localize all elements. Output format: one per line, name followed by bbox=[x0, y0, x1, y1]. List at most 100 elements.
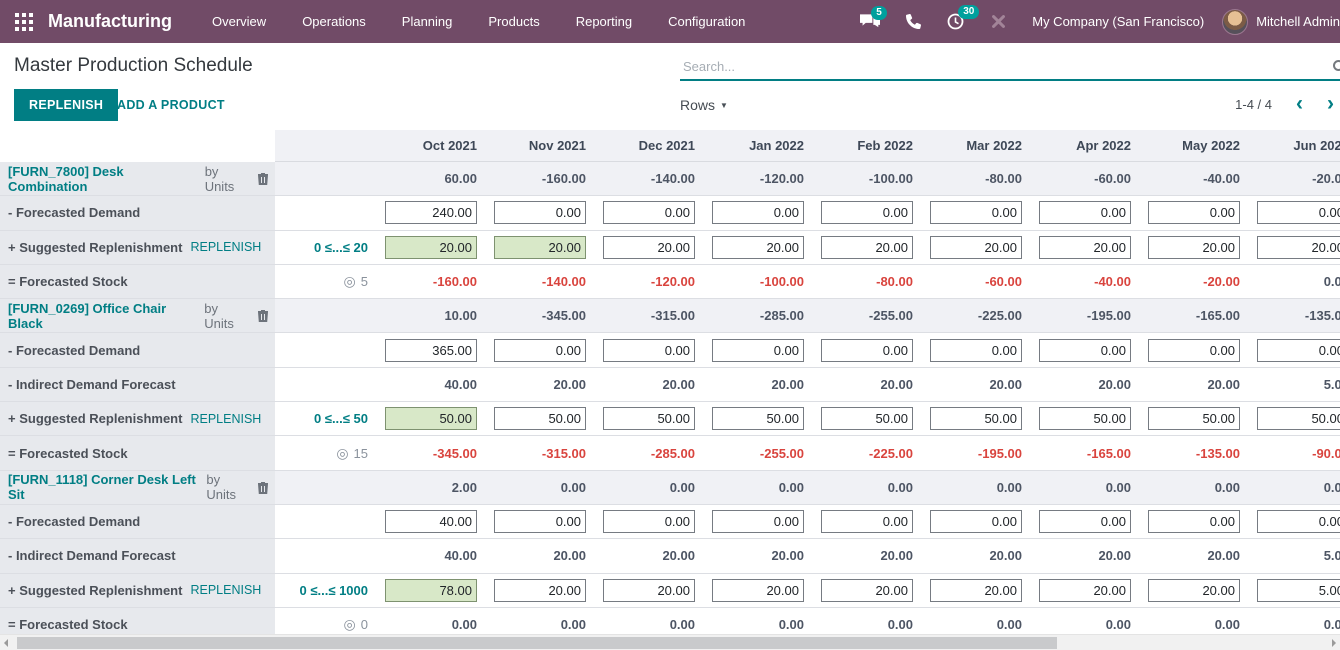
row-replenish-link[interactable]: REPLENISH bbox=[190, 583, 261, 597]
demand-input[interactable] bbox=[930, 510, 1022, 533]
replenishment-input[interactable] bbox=[1148, 236, 1240, 259]
indicator-cell bbox=[275, 368, 380, 401]
demand-input[interactable] bbox=[385, 201, 477, 224]
product-link[interactable]: [FURN_0269] Office Chair Black bbox=[8, 301, 199, 331]
demand-input[interactable] bbox=[712, 339, 804, 362]
pager-next-icon[interactable]: › bbox=[1327, 95, 1334, 113]
row-replenish-link[interactable]: REPLENISH bbox=[190, 412, 261, 426]
indirect-demand-value: 20.00 bbox=[707, 539, 816, 572]
replenishment-input[interactable] bbox=[712, 407, 804, 430]
menu-item-operations[interactable]: Operations bbox=[302, 14, 366, 29]
demand-input[interactable] bbox=[1257, 510, 1340, 533]
replenishment-range-link[interactable]: 0 ≤...≤ 1000 bbox=[300, 583, 368, 598]
replenish-button[interactable]: REPLENISH bbox=[14, 89, 118, 121]
demand-input[interactable] bbox=[1039, 201, 1131, 224]
scroll-left-arrow-icon[interactable] bbox=[4, 639, 8, 647]
app-name[interactable]: Manufacturing bbox=[48, 11, 172, 32]
stock-target-value: 15 bbox=[354, 446, 368, 461]
replenishment-input[interactable] bbox=[712, 236, 804, 259]
messages-icon[interactable]: 5 bbox=[860, 14, 880, 29]
replenishment-input[interactable] bbox=[930, 407, 1022, 430]
replenishment-input[interactable] bbox=[1039, 236, 1131, 259]
demand-input[interactable] bbox=[1148, 201, 1240, 224]
demand-input[interactable] bbox=[1039, 510, 1131, 533]
replenishment-input[interactable] bbox=[1257, 407, 1340, 430]
month-header-band: Oct 2021Nov 2021Dec 2021Jan 2022Feb 2022… bbox=[275, 130, 1340, 162]
demand-input[interactable] bbox=[603, 201, 695, 224]
menu-item-reporting[interactable]: Reporting bbox=[576, 14, 632, 29]
replenishment-input[interactable] bbox=[603, 579, 695, 602]
replenishment-range-link[interactable]: 0 ≤...≤ 20 bbox=[314, 240, 368, 255]
replenishment-input[interactable] bbox=[821, 407, 913, 430]
pager-previous-icon[interactable]: ‹ bbox=[1296, 95, 1303, 113]
demand-input[interactable] bbox=[821, 201, 913, 224]
demand-input[interactable] bbox=[385, 339, 477, 362]
replenishment-input[interactable] bbox=[494, 407, 586, 430]
demand-input[interactable] bbox=[603, 339, 695, 362]
demand-input[interactable] bbox=[712, 510, 804, 533]
replenishment-input[interactable] bbox=[1039, 407, 1131, 430]
product-link[interactable]: [FURN_1118] Corner Desk Left Sit bbox=[8, 472, 201, 502]
activities-icon[interactable]: 30 bbox=[947, 13, 964, 30]
demand-input[interactable] bbox=[1257, 201, 1340, 224]
demand-input[interactable] bbox=[603, 510, 695, 533]
replenishment-input[interactable] bbox=[1148, 579, 1240, 602]
replenishment-input[interactable] bbox=[385, 407, 477, 430]
replenishment-input[interactable] bbox=[494, 236, 586, 259]
demand-input[interactable] bbox=[1148, 510, 1240, 533]
demand-input[interactable] bbox=[1039, 339, 1131, 362]
demand-input[interactable] bbox=[494, 201, 586, 224]
indirect-demand-row: - Indirect Demand Forecast40.0020.0020.0… bbox=[0, 539, 1340, 573]
replenishment-input[interactable] bbox=[821, 236, 913, 259]
row-replenish-link[interactable]: REPLENISH bbox=[190, 240, 261, 254]
replenishment-input[interactable] bbox=[1039, 579, 1131, 602]
apps-menu-icon[interactable] bbox=[12, 10, 36, 34]
demand-input[interactable] bbox=[494, 339, 586, 362]
replenishment-input[interactable] bbox=[930, 579, 1022, 602]
replenishment-input[interactable] bbox=[494, 579, 586, 602]
menu-item-configuration[interactable]: Configuration bbox=[668, 14, 745, 29]
row-label-forecasted-stock: = Forecasted Stock bbox=[0, 265, 275, 298]
phone-icon[interactable] bbox=[906, 14, 921, 29]
replenishment-input[interactable] bbox=[385, 579, 477, 602]
add-a-product-button[interactable]: ADD A PRODUCT bbox=[117, 98, 225, 112]
rows-dropdown[interactable]: Rows▼ bbox=[680, 97, 728, 113]
replenishment-range-link[interactable]: 0 ≤...≤ 50 bbox=[314, 411, 368, 426]
trash-icon[interactable] bbox=[257, 481, 269, 494]
demand-input[interactable] bbox=[821, 339, 913, 362]
replenishment-input[interactable] bbox=[603, 236, 695, 259]
user-avatar[interactable] bbox=[1222, 9, 1248, 35]
demand-input[interactable] bbox=[1148, 339, 1240, 362]
replenishment-input[interactable] bbox=[712, 579, 804, 602]
horizontal-scrollbar[interactable] bbox=[0, 634, 1340, 650]
product-link[interactable]: [FURN_7800] Desk Combination bbox=[8, 164, 200, 194]
search-input[interactable] bbox=[680, 52, 1314, 74]
menu-item-overview[interactable]: Overview bbox=[212, 14, 266, 29]
replenishment-input[interactable] bbox=[385, 236, 477, 259]
replenishment-input-cell bbox=[816, 574, 925, 607]
demand-input[interactable] bbox=[1257, 339, 1340, 362]
replenishment-input[interactable] bbox=[821, 579, 913, 602]
menu-item-products[interactable]: Products bbox=[488, 14, 539, 29]
demand-input[interactable] bbox=[494, 510, 586, 533]
menu-item-planning[interactable]: Planning bbox=[402, 14, 453, 29]
replenishment-input[interactable] bbox=[1148, 407, 1240, 430]
demand-input[interactable] bbox=[930, 339, 1022, 362]
demand-input[interactable] bbox=[930, 201, 1022, 224]
replenishment-input[interactable] bbox=[603, 407, 695, 430]
scrollbar-thumb[interactable] bbox=[17, 637, 1057, 649]
replenishment-input[interactable] bbox=[1257, 236, 1340, 259]
replenishment-input[interactable] bbox=[930, 236, 1022, 259]
demand-input[interactable] bbox=[712, 201, 804, 224]
trash-icon[interactable] bbox=[257, 172, 269, 185]
replenishment-input[interactable] bbox=[1257, 579, 1340, 602]
stock-target-cell: ◎5 bbox=[275, 265, 380, 298]
trash-icon[interactable] bbox=[257, 309, 269, 322]
demand-input[interactable] bbox=[821, 510, 913, 533]
developer-tools-icon[interactable] bbox=[990, 13, 1007, 30]
demand-input[interactable] bbox=[385, 510, 477, 533]
company-switcher[interactable]: My Company (San Francisco) bbox=[1032, 14, 1204, 29]
search-icon[interactable] bbox=[1333, 60, 1340, 71]
scroll-right-arrow-icon[interactable] bbox=[1332, 639, 1336, 647]
user-name[interactable]: Mitchell Admin bbox=[1256, 14, 1340, 29]
